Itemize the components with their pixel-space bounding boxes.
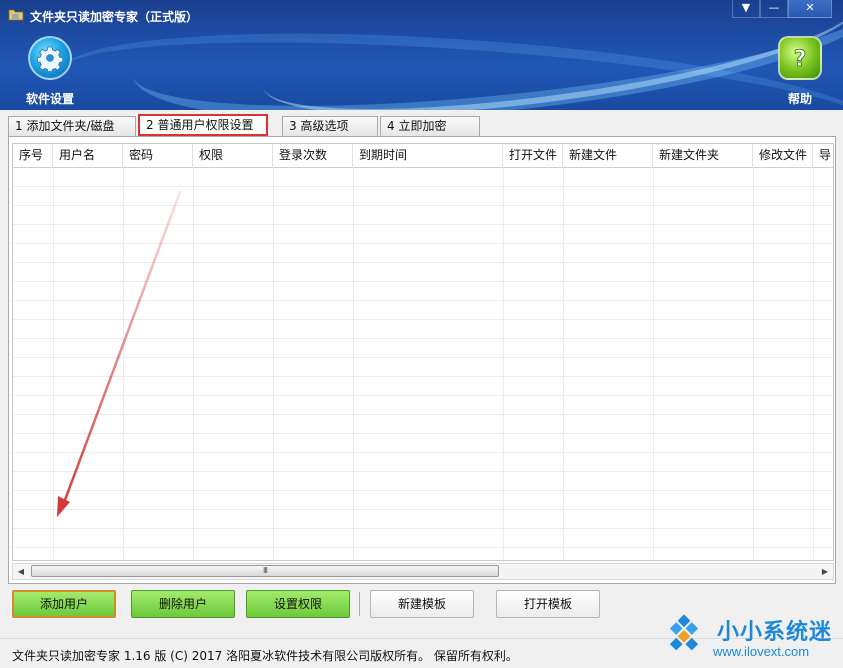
grid-column-line (503, 168, 504, 560)
grid-row-line (13, 471, 833, 472)
tab-user-permissions[interactable]: 2 普通用户权限设置 (138, 114, 268, 136)
grid-row-line (13, 186, 833, 187)
grid-row-line (13, 281, 833, 282)
column-header-password[interactable]: 密码 (123, 144, 193, 168)
tab-add-folder[interactable]: 1 添加文件夹/磁盘 (8, 116, 136, 136)
grid-row-line (13, 395, 833, 396)
grid-row-line (13, 262, 833, 263)
grid-row-line (13, 224, 833, 225)
tab-bar: 1 添加文件夹/磁盘 2 普通用户权限设置 3 高级选项 4 立即加密 (8, 114, 838, 136)
grid-column-line (193, 168, 194, 560)
grid-row-line (13, 338, 833, 339)
column-header-index[interactable]: 序号 (13, 144, 53, 168)
grid-row-line (13, 547, 833, 548)
grid-row-line (13, 319, 833, 320)
grid-row-line (13, 357, 833, 358)
watermark-logo-icon (669, 614, 699, 651)
grid-row-line (13, 414, 833, 415)
grid-row-line (13, 452, 833, 453)
scroll-left-arrow-icon[interactable]: ◀ (13, 564, 29, 579)
watermark-url: www.ilovext.com (713, 644, 810, 659)
watermark-site-name: 小小系统迷 (717, 620, 833, 645)
user-table[interactable]: 序号 用户名 密码 权限 登录次数 到期时间 打开文件 新建文件 新建文件夹 修… (12, 143, 834, 561)
open-template-button[interactable]: 打开模板 (496, 590, 600, 618)
grid-row-line (13, 300, 833, 301)
column-header-permission[interactable]: 权限 (193, 144, 273, 168)
user-permissions-panel: 序号 用户名 密码 权限 登录次数 到期时间 打开文件 新建文件 新建文件夹 修… (8, 136, 836, 584)
column-header-export[interactable]: 导 (813, 144, 833, 168)
column-header-username[interactable]: 用户名 (53, 144, 123, 168)
grid-column-line (273, 168, 274, 560)
gear-icon (28, 36, 72, 80)
tab-advanced-options[interactable]: 3 高级选项 (282, 116, 378, 136)
grid-row-line (13, 243, 833, 244)
grid-column-line (813, 168, 814, 560)
horizontal-scrollbar[interactable]: ◀ III ▶ (12, 563, 834, 580)
column-header-new-folder[interactable]: 新建文件夹 (653, 144, 753, 168)
grid-row-line (13, 509, 833, 510)
grid-column-line (563, 168, 564, 560)
column-header-open-file[interactable]: 打开文件 (503, 144, 563, 168)
grid-column-line (53, 168, 54, 560)
grid-row-line (13, 490, 833, 491)
set-permission-button[interactable]: 设置权限 (246, 590, 350, 618)
tab-encrypt-now[interactable]: 4 立即加密 (380, 116, 480, 136)
header-banner: 文件夹只读加密专家（正式版） ▼ — ✕ 软件设置 ? 帮助 (0, 0, 843, 110)
grid-row-line (13, 433, 833, 434)
minimize-button[interactable]: — (760, 0, 788, 18)
window-title: 文件夹只读加密专家（正式版） (30, 10, 199, 24)
column-header-expiry[interactable]: 到期时间 (353, 144, 503, 168)
new-template-button[interactable]: 新建模板 (370, 590, 474, 618)
column-header-new-file[interactable]: 新建文件 (563, 144, 653, 168)
grid-column-line (753, 168, 754, 560)
settings-label: 软件设置 (25, 92, 74, 106)
help-button[interactable]: ? 帮助 (778, 36, 822, 107)
delete-user-button[interactable]: 删除用户 (131, 590, 235, 618)
question-icon: ? (778, 36, 822, 80)
grid-row-line (13, 528, 833, 529)
grid-row-line (13, 376, 833, 377)
grid-column-line (123, 168, 124, 560)
scroll-right-arrow-icon[interactable]: ▶ (817, 564, 833, 579)
grid-column-line (653, 168, 654, 560)
grid-column-line (353, 168, 354, 560)
settings-button[interactable]: 软件设置 (22, 36, 78, 107)
svg-text:?: ? (794, 47, 807, 71)
app-icon (8, 9, 24, 21)
watermark: 小小系统迷 www.ilovext.com (655, 612, 835, 664)
help-label: 帮助 (787, 92, 812, 106)
column-header-login-count[interactable]: 登录次数 (273, 144, 353, 168)
grid-row-line (13, 205, 833, 206)
close-button[interactable]: ✕ (788, 0, 832, 18)
table-header: 序号 用户名 密码 权限 登录次数 到期时间 打开文件 新建文件 新建文件夹 修… (13, 144, 833, 168)
button-separator (359, 592, 360, 616)
scrollbar-thumb[interactable]: III (31, 565, 499, 577)
copyright-text: 文件夹只读加密专家 1.16 版 (C) 2017 洛阳夏冰软件技术有限公司版权… (12, 649, 518, 663)
column-header-modify-file[interactable]: 修改文件 (753, 144, 813, 168)
add-user-button[interactable]: 添加用户 (12, 590, 116, 618)
window-menu-button[interactable]: ▼ (732, 0, 760, 18)
